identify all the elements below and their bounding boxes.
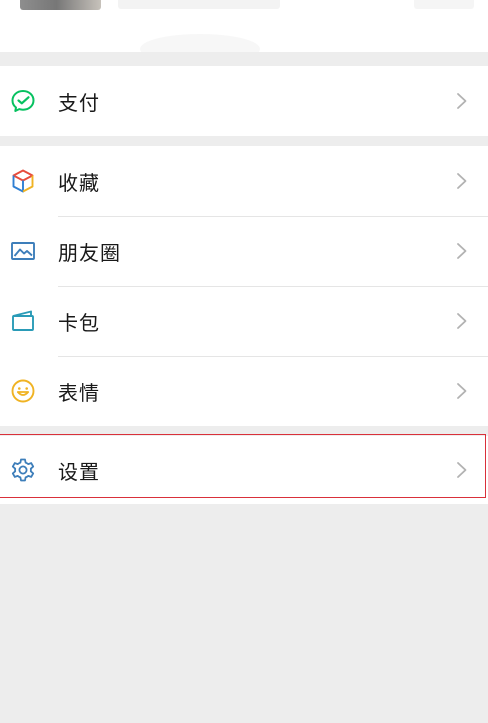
header-decoration <box>140 34 260 52</box>
profile-header[interactable] <box>0 0 488 52</box>
chevron-right-icon <box>457 243 467 259</box>
card-holder-icon <box>10 308 36 334</box>
avatar[interactable] <box>20 0 101 10</box>
menu-group-pay: 支付 <box>0 66 488 136</box>
menu-item-moments[interactable]: 朋友圈 <box>0 216 488 286</box>
chevron-right-icon <box>457 313 467 329</box>
gear-icon <box>10 457 36 483</box>
wechat-pay-icon <box>10 88 36 114</box>
menu-group-settings: 设置 <box>0 436 488 504</box>
chevron-right-icon <box>457 173 467 189</box>
menu-group-main: 收藏 朋友圈 卡包 表情 <box>0 146 488 426</box>
menu-item-moments-label: 朋友圈 <box>58 240 121 265</box>
chevron-right-icon <box>457 462 467 478</box>
picture-icon <box>10 238 36 264</box>
menu-item-settings-label: 设置 <box>58 459 100 484</box>
menu-item-pay[interactable]: 支付 <box>0 66 488 136</box>
profile-qr-blurred <box>414 0 474 9</box>
menu-item-settings[interactable]: 设置 <box>0 436 488 504</box>
chevron-right-icon <box>457 383 467 399</box>
cube-icon <box>10 168 36 194</box>
smiley-icon <box>10 378 36 404</box>
menu-item-pay-label: 支付 <box>58 90 100 115</box>
menu-item-stickers-label: 表情 <box>58 380 100 405</box>
menu-item-favorites[interactable]: 收藏 <box>0 146 488 216</box>
menu-item-cards-label: 卡包 <box>58 310 100 335</box>
chevron-right-icon <box>457 93 467 109</box>
menu-item-stickers[interactable]: 表情 <box>0 356 488 426</box>
menu-item-cards[interactable]: 卡包 <box>0 286 488 356</box>
menu-item-favorites-label: 收藏 <box>58 170 100 195</box>
profile-name-blurred <box>118 0 280 9</box>
